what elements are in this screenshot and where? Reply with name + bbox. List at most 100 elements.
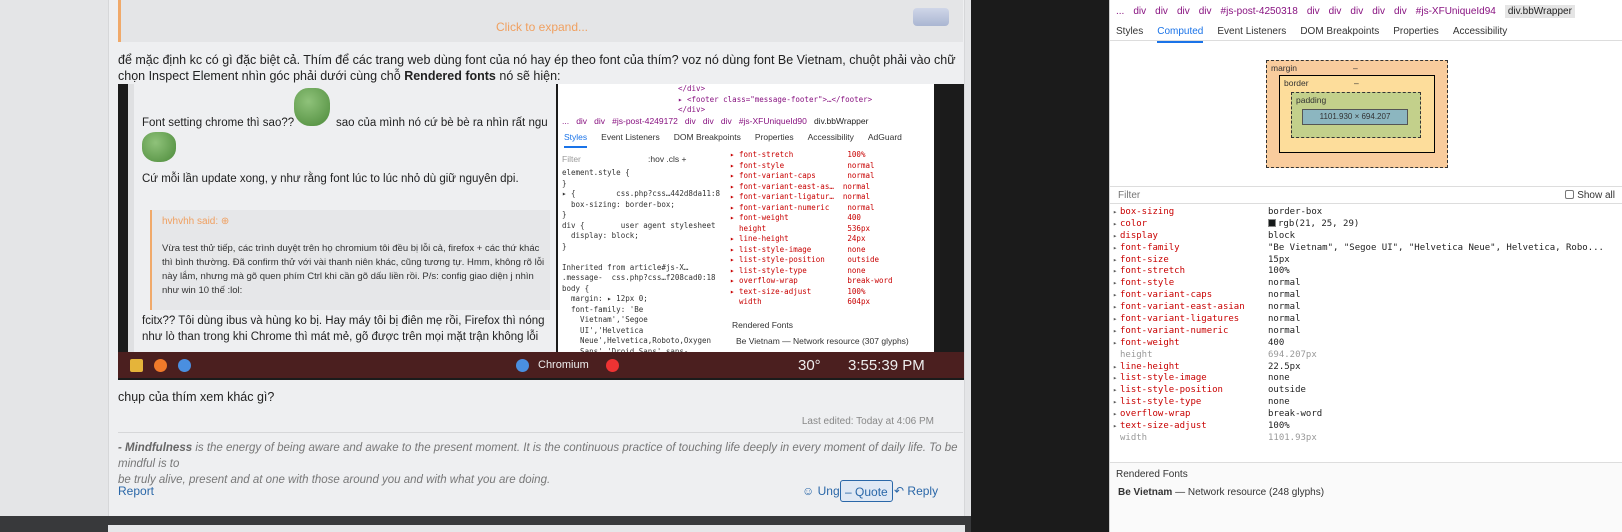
expand-triangle-icon[interactable]: ▸: [1113, 278, 1117, 290]
expand-triangle-icon[interactable]: ▸: [1113, 207, 1117, 219]
computed-property-name: font-style: [1120, 278, 1175, 289]
expand-triangle-icon[interactable]: ▸: [1113, 314, 1117, 326]
show-all-checkbox[interactable]: [1565, 190, 1575, 199]
expand-triangle-icon[interactable]: ▸: [1113, 231, 1117, 243]
taskbar-clock[interactable]: 3:55:39 PM: [848, 357, 925, 374]
tab-styles[interactable]: Styles: [1116, 26, 1143, 41]
computed-property-row[interactable]: ▸ overflow-wrap break-word: [1110, 409, 1622, 421]
screenshot-hov-cls[interactable]: :hov .cls +: [648, 154, 687, 165]
expand-triangle-icon[interactable]: ▸: [1113, 338, 1117, 350]
expand-triangle-icon[interactable]: ▸: [1113, 397, 1117, 409]
screenshot-crumb[interactable]: div: [685, 116, 696, 126]
expand-triangle-icon[interactable]: ▸: [1113, 373, 1117, 385]
chromium-task-icon[interactable]: [516, 359, 529, 372]
firefox-icon[interactable]: [154, 359, 167, 372]
screenshot-crumb[interactable]: #js-XFUniqueId90: [739, 116, 807, 126]
tab-properties[interactable]: Properties: [1393, 26, 1439, 41]
computed-property-row[interactable]: height 694.207px: [1110, 350, 1622, 362]
computed-property-row[interactable]: ▸ font-variant-east-asian normal: [1110, 302, 1622, 314]
breadcrumb-item[interactable]: div: [1177, 6, 1190, 17]
computed-property-row[interactable]: ▸ color rgb(21, 25, 29): [1110, 218, 1622, 231]
computed-property-row[interactable]: ▸ list-style-position outside: [1110, 385, 1622, 397]
ung-button[interactable]: ☺ Ung: [798, 480, 844, 502]
computed-property-row[interactable]: ▸ font-family "Be Vietnam", "Segoe UI", "H…: [1110, 243, 1622, 255]
computed-property-row[interactable]: ▸ font-size 15px: [1110, 255, 1622, 267]
screenshot-quote-block: hvhvhh said: ⊕ Vừa test thử tiếp, các tr…: [150, 210, 550, 310]
computed-property-row[interactable]: width 1101.93px: [1110, 433, 1622, 445]
computed-property-row[interactable]: ▸ box-sizing border-box: [1110, 207, 1622, 219]
breadcrumb-item[interactable]: div: [1394, 6, 1407, 17]
breadcrumb-item[interactable]: div: [1372, 6, 1385, 17]
screenshot-tab[interactable]: Event Listeners: [601, 132, 660, 146]
computed-property-row[interactable]: ▸ text-size-adjust 100%: [1110, 421, 1622, 433]
tab-dom-breakpoints[interactable]: DOM Breakpoints: [1300, 26, 1379, 41]
computed-property-row[interactable]: ▸ font-variant-numeric normal: [1110, 326, 1622, 338]
tab-event-listeners[interactable]: Event Listeners: [1217, 26, 1286, 41]
breadcrumb-item[interactable]: #js-XFUniqueId94: [1416, 6, 1496, 17]
screenshot-tab[interactable]: Accessibility: [808, 132, 854, 146]
expand-triangle-icon[interactable]: ▸: [1113, 326, 1117, 338]
expand-triangle-icon[interactable]: ▸: [1113, 362, 1117, 374]
taskbar-app-label[interactable]: Chromium: [538, 359, 589, 371]
embedded-screenshot[interactable]: Font setting chrome thì sao?? sao của mì…: [118, 84, 964, 380]
expand-triangle-icon[interactable]: ▸: [1113, 302, 1117, 314]
breadcrumb-item[interactable]: div: [1155, 6, 1168, 17]
post-paragraph-2-pre: chọn Inspect Element nhìn góc phải dưới …: [118, 69, 405, 83]
computed-property-row[interactable]: ▸ list-style-type none: [1110, 397, 1622, 409]
screenshot-filter[interactable]: Filter: [562, 154, 581, 165]
computed-property-row[interactable]: ▸ font-style normal: [1110, 278, 1622, 290]
color-swatch-icon[interactable]: [1268, 218, 1276, 227]
expand-triangle-icon[interactable]: ▸: [1113, 255, 1117, 267]
computed-filter-input[interactable]: [1118, 189, 1418, 202]
box-model-diagram[interactable]: margin – border – padding 1101.930 × 694…: [1266, 60, 1448, 168]
expand-triangle-icon[interactable]: ▸: [1113, 243, 1117, 255]
computed-property-value: block: [1268, 230, 1296, 241]
show-all-toggle[interactable]: Show all: [1565, 190, 1615, 201]
breadcrumb-item[interactable]: ...: [1116, 6, 1124, 17]
screenshot-quote-author[interactable]: hvhvhh said: ⊕: [162, 216, 229, 227]
expand-triangle-icon[interactable]: ▸: [1113, 266, 1117, 278]
post-paragraph-2: chọn Inspect Element nhìn góc phải dưới …: [118, 68, 561, 84]
computed-property-row[interactable]: ▸ line-height 22.5px: [1110, 362, 1622, 374]
expand-triangle-icon[interactable]: ▸: [1113, 385, 1117, 397]
computed-property-row[interactable]: ▸ font-variant-ligatures normal: [1110, 314, 1622, 326]
computed-property-row[interactable]: ▸ list-style-image none: [1110, 373, 1622, 385]
computed-property-row[interactable]: ▸ font-variant-caps normal: [1110, 290, 1622, 302]
screenshot-rendered-font: Be Vietnam — Network resource (307 glyph…: [736, 336, 909, 346]
screenshot-crumb[interactable]: div: [576, 116, 587, 126]
breadcrumb-item[interactable]: div: [1329, 6, 1342, 17]
computed-property-row[interactable]: ▸ display block: [1110, 231, 1622, 243]
computed-property-row[interactable]: ▸ font-weight 400: [1110, 338, 1622, 350]
breadcrumb-current[interactable]: div.bbWrapper: [1504, 5, 1575, 18]
quote-image-thumbnail[interactable]: [913, 8, 949, 26]
files-icon[interactable]: [130, 359, 143, 372]
expand-triangle-icon[interactable]: ▸: [1113, 409, 1117, 421]
quote-button[interactable]: – Quote: [840, 480, 893, 502]
breadcrumb-item[interactable]: div: [1350, 6, 1363, 17]
breadcrumb-item[interactable]: div: [1133, 6, 1146, 17]
computed-property-row[interactable]: ▸ font-stretch 100%: [1110, 266, 1622, 278]
screenshot-tab[interactable]: Styles: [564, 132, 588, 148]
screenshot-crumb[interactable]: div: [594, 116, 605, 126]
screenshot-tab[interactable]: DOM Breakpoints: [674, 132, 741, 146]
screenshot-tab[interactable]: Properties: [755, 132, 794, 146]
screenshot-tab[interactable]: AdGuard: [868, 132, 902, 146]
tab-accessibility[interactable]: Accessibility: [1453, 26, 1507, 41]
computed-property-value: 15px: [1268, 254, 1290, 265]
expand-triangle-icon[interactable]: ▸: [1113, 421, 1117, 433]
click-to-expand-link[interactable]: Click to expand...: [121, 20, 963, 34]
screenshot-crumb[interactable]: div: [721, 116, 732, 126]
reply-button[interactable]: ↶ Reply: [890, 480, 942, 502]
breadcrumb-item[interactable]: div: [1307, 6, 1320, 17]
chromium-icon[interactable]: [178, 359, 191, 372]
report-link[interactable]: Report: [118, 484, 154, 498]
breadcrumb-item[interactable]: div: [1199, 6, 1212, 17]
screenshot-crumb[interactable]: div: [703, 116, 714, 126]
screenshot-crumb[interactable]: div.bbWrapper: [814, 116, 869, 126]
record-icon[interactable]: [606, 359, 619, 372]
expand-triangle-icon[interactable]: ▸: [1113, 219, 1117, 231]
breadcrumb-item[interactable]: #js-post-4250318: [1221, 6, 1298, 17]
screenshot-crumb[interactable]: ...: [562, 116, 569, 126]
expand-triangle-icon[interactable]: ▸: [1113, 290, 1117, 302]
screenshot-crumb[interactable]: #js-post-4249172: [612, 116, 678, 126]
